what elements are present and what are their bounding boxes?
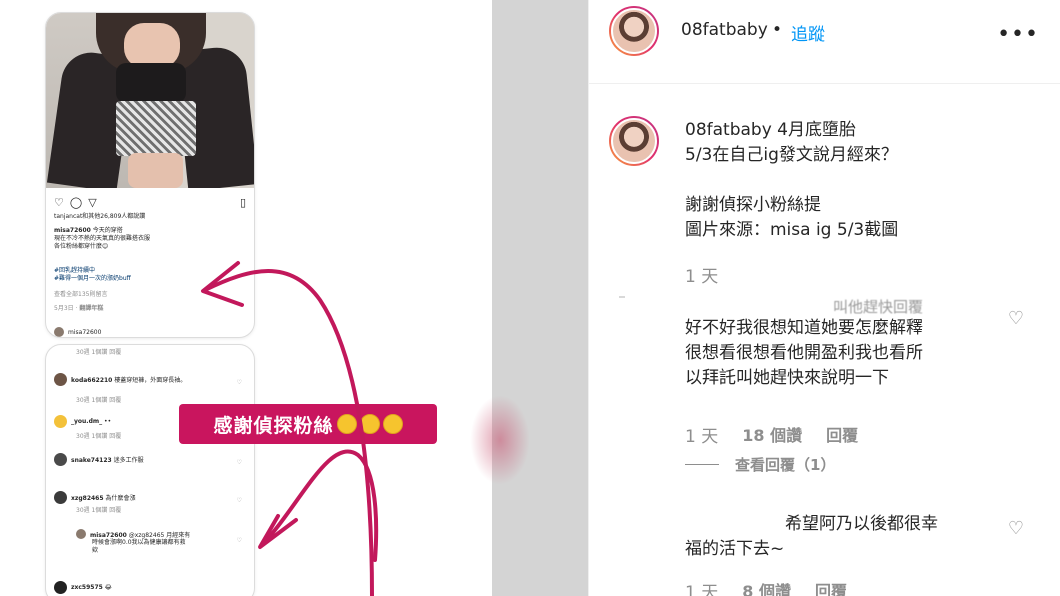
arrow-to-reply: [260, 449, 379, 562]
mini-reply-line3: 欸: [92, 547, 99, 554]
like-heart-icon[interactable]: ♡: [1008, 308, 1024, 329]
comment-1-reply-button[interactable]: 回覆: [826, 422, 858, 447]
mini-view-comments: 查看全部135則留言: [54, 291, 108, 298]
outfit-photo: [46, 13, 254, 188]
mini-comment-peek: misa72600: [54, 327, 101, 337]
comment-1-partial-line: 叫他趕快回覆: [833, 298, 924, 316]
post-image[interactable]: ♡ ◯ ▽ ▯ tanjancat和其他26,809人都說讚 misa72600…: [0, 0, 588, 596]
mini-heart-icon: ♡: [236, 497, 242, 504]
mini-reply-row: misa72600 @xzg82465 月經來有: [76, 529, 190, 539]
mini-row-meta: 30週 1個讚 回覆: [76, 349, 122, 356]
screenshot-top-card: ♡ ◯ ▽ ▯ tanjancat和其他26,809人都說讚 misa72600…: [45, 12, 255, 338]
laughing-emoji-icon: [359, 414, 380, 434]
mini-caption-line1: misa72600 今天的穿搭: [54, 227, 123, 234]
laughing-emoji-icon: [336, 414, 357, 434]
mini-action-icons: ♡ ◯ ▽: [54, 196, 97, 209]
like-heart-icon[interactable]: ♡: [1008, 518, 1024, 539]
mini-caption-line2: 現在不冷不熱的天氣真的很難搭衣服: [54, 235, 151, 242]
image-background-strip: [492, 0, 588, 596]
caption-text-start: 4月底墮胎: [777, 120, 856, 140]
caption-line3: 謝謝偵探小粉絲提: [685, 195, 821, 215]
caption-line1: 08fatbaby 4月底墮胎: [685, 118, 856, 143]
header-username[interactable]: 08fatbaby: [681, 20, 768, 40]
reply-divider-line: [685, 464, 719, 465]
comment-2-likes[interactable]: 8 個讚: [742, 578, 791, 596]
comment-1-line: 很想看很想看他開盈利我也看所: [685, 343, 923, 363]
post-sidebar: 08fatbaby • 追蹤 ••• 08fatbaby 4月底墮胎 5/3在自…: [588, 0, 1060, 596]
avatar[interactable]: [609, 116, 659, 166]
bookmark-icon: ▯: [239, 196, 246, 209]
mini-heart-icon: ♡: [236, 379, 242, 386]
mini-row-meta: 30週 1個讚 回覆: [76, 397, 122, 404]
view-replies-button[interactable]: 查看回覆（1）: [685, 454, 835, 475]
comment-2-line: 福的活下去~: [685, 539, 785, 559]
comment-1-line: 以拜託叫她趕快來說明一下: [685, 368, 889, 388]
mini-heart-icon: ♡: [236, 459, 242, 466]
heart-outline-icon: ♡: [54, 196, 64, 209]
mini-comment-row: snake74123 迷多工作服: [54, 453, 144, 466]
screenshot-bottom-card: 30週 1個讚 回覆 koda662210 樓蓋穿短褲，外面穿長袖。 ♡ 30週…: [45, 344, 255, 596]
mini-comment-row: xzg82465 為什麼會漲: [54, 491, 135, 504]
comment-2-text: 希望阿乃以後都很幸 福的活下去~: [685, 512, 985, 562]
mini-comment-row: _you.dm_ ••: [54, 415, 111, 428]
comment-1-likes[interactable]: 18 個讚: [742, 422, 802, 447]
follow-button[interactable]: 追蹤: [791, 20, 825, 45]
comment-2-time[interactable]: 1 天: [685, 578, 718, 596]
mini-comment-row: zxc59575 😂: [54, 581, 112, 594]
laughing-emoji-icon: [382, 414, 403, 434]
comment-icon: ◯: [69, 196, 83, 209]
faint-mark: [619, 296, 625, 298]
mini-row-meta: 30週 1個讚 回覆: [76, 433, 122, 440]
comment-1-meta: 1 天 18 個讚 回覆: [685, 422, 858, 447]
comment-2-reply-button[interactable]: 回覆: [815, 578, 847, 596]
caption-line4: 圖片來源：misa ig 5/3截圖: [685, 220, 899, 240]
mini-liked-by: tanjancat和其他26,809人都說讚: [54, 213, 146, 220]
mini-row-meta: 30週 1個讚 回覆: [76, 507, 122, 514]
comment-2-line: 希望阿乃以後都很幸: [785, 514, 938, 534]
mini-heart-icon: ♡: [236, 537, 242, 544]
header-separator: •: [772, 20, 783, 40]
mini-caption-line3: 各位粉絲都穿什麼😊: [54, 243, 109, 250]
mini-reply-line2: 時候會漲啊0.0我以為健康讓都有救: [92, 539, 186, 546]
comment-1-time[interactable]: 1 天: [685, 422, 718, 447]
mini-hashtag2: #難得一個月一次的漲奶buff: [54, 275, 131, 282]
view-replies-label: 查看回覆（1）: [735, 456, 836, 474]
more-options-icon[interactable]: •••: [997, 22, 1039, 47]
post-header: 08fatbaby • 追蹤 •••: [589, 0, 1060, 84]
mini-hashtag1: #回乳趕持續中: [54, 267, 96, 274]
caption-time[interactable]: 1 天: [685, 262, 718, 287]
caption-line2: 5/3在自己ig發文說月經來？: [685, 145, 898, 165]
comment-2-meta: 1 天 8 個讚 回覆: [685, 578, 847, 596]
avatar[interactable]: [609, 6, 659, 56]
comment-1-text: 叫他趕快回覆 好不好我很想知道她要怎麼解釋 很想看很想看他開盈利我也看所 以拜託…: [685, 298, 985, 391]
caption-username[interactable]: 08fatbaby: [685, 120, 772, 140]
mini-comment-row: koda662210 樓蓋穿短褲，外面穿長袖。: [54, 373, 186, 386]
mini-date: 5月3日 · 翻譯年糕: [54, 305, 104, 312]
send-icon: ▽: [88, 196, 97, 209]
thanks-banner: 感謝偵探粉絲: [179, 404, 437, 444]
image-blur-spot: [470, 395, 530, 485]
comment-1-line: 好不好我很想知道她要怎麼解釋: [685, 318, 923, 338]
